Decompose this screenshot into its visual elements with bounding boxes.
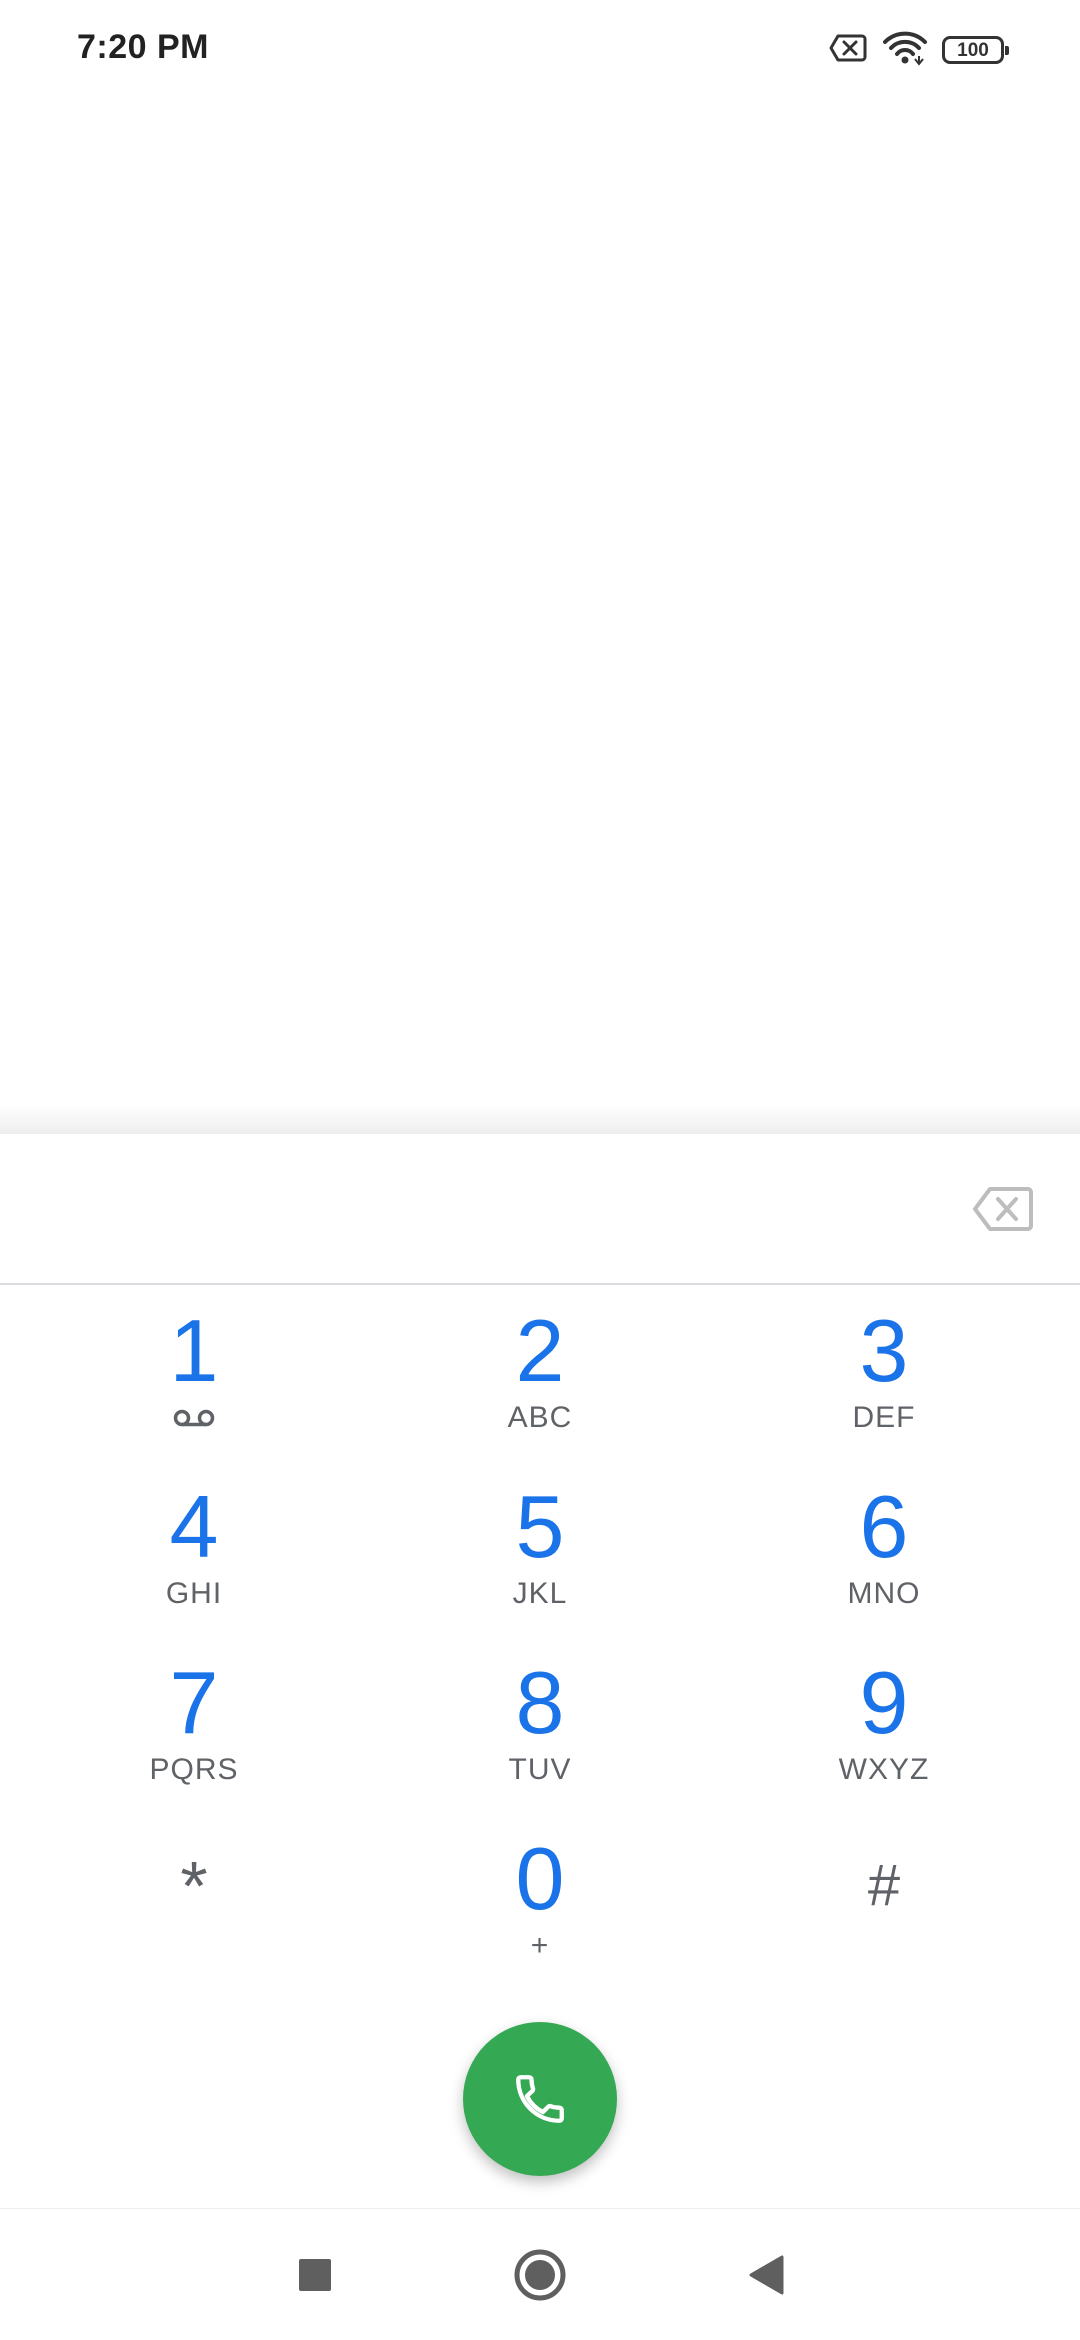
key-digit: 8: [515, 1653, 565, 1752]
voicemail-icon: [173, 1409, 215, 1432]
key-letters: MNO: [847, 1577, 921, 1610]
key-5[interactable]: 5 JKL: [440, 1461, 640, 1611]
key-digit: 0: [515, 1829, 565, 1928]
key-digit: 7: [169, 1653, 219, 1752]
key-9[interactable]: 9 WXYZ: [784, 1637, 984, 1787]
status-time: 7:20 PM: [77, 28, 209, 66]
battery-icon: 100: [942, 36, 1009, 64]
key-symbol: #: [867, 1853, 901, 1918]
status-icons: 100: [828, 30, 1009, 71]
battery-level: 100: [957, 39, 989, 61]
call-button[interactable]: [463, 2022, 617, 2176]
key-letters: DEF: [852, 1401, 916, 1434]
key-letters: GHI: [165, 1577, 223, 1610]
key-digit: 4: [169, 1477, 219, 1576]
status-bar: 7:20 PM 100: [0, 0, 1080, 100]
recents-button[interactable]: [285, 2245, 345, 2305]
navigation-bar: [0, 2208, 1080, 2340]
key-letters: JKL: [512, 1577, 568, 1610]
key-8[interactable]: 8 TUV: [440, 1637, 640, 1787]
key-digit: 2: [515, 1301, 565, 1400]
key-3[interactable]: 3 DEF: [784, 1285, 984, 1435]
key-digit: 3: [859, 1301, 909, 1400]
back-triangle-icon: [749, 2255, 784, 2295]
back-button[interactable]: [736, 2245, 796, 2305]
key-digit: 6: [859, 1477, 909, 1576]
key-7[interactable]: 7 PQRS: [94, 1637, 294, 1787]
no-sim-icon: [828, 33, 868, 68]
key-letters: TUV: [508, 1753, 572, 1786]
key-1[interactable]: 1: [94, 1285, 294, 1435]
home-button[interactable]: [510, 2245, 570, 2305]
key-digit: 9: [859, 1653, 909, 1752]
key-symbol: *: [180, 1847, 208, 1925]
key-4[interactable]: 4 GHI: [94, 1461, 294, 1611]
key-star[interactable]: *: [94, 1813, 294, 1963]
dialer-screen: 7:20 PM 100 1 2 ABC 3 DEF 4 GHI 5 JKL 6 …: [0, 0, 1080, 2340]
phone-icon: [516, 2075, 564, 2123]
key-digit: 5: [515, 1477, 565, 1576]
key-letters: WXYZ: [838, 1753, 930, 1786]
sheet-shadow: [0, 1105, 1080, 1135]
home-circle-icon: [514, 2249, 566, 2301]
backspace-button[interactable]: [968, 1184, 1038, 1234]
key-hash[interactable]: #: [784, 1813, 984, 1963]
recents-square-icon: [299, 2259, 331, 2291]
key-2[interactable]: 2 ABC: [440, 1285, 640, 1435]
key-letters: ABC: [507, 1401, 573, 1434]
key-letters: PQRS: [149, 1753, 239, 1786]
digits-field[interactable]: [40, 1174, 924, 1246]
key-letters: +: [530, 1929, 550, 1962]
backspace-icon: [973, 1187, 1033, 1231]
digits-row: [0, 1134, 1080, 1285]
key-6[interactable]: 6 MNO: [784, 1461, 984, 1611]
key-0[interactable]: 0 +: [440, 1813, 640, 1963]
key-digit: 1: [169, 1301, 219, 1400]
wifi-icon: [882, 30, 928, 71]
